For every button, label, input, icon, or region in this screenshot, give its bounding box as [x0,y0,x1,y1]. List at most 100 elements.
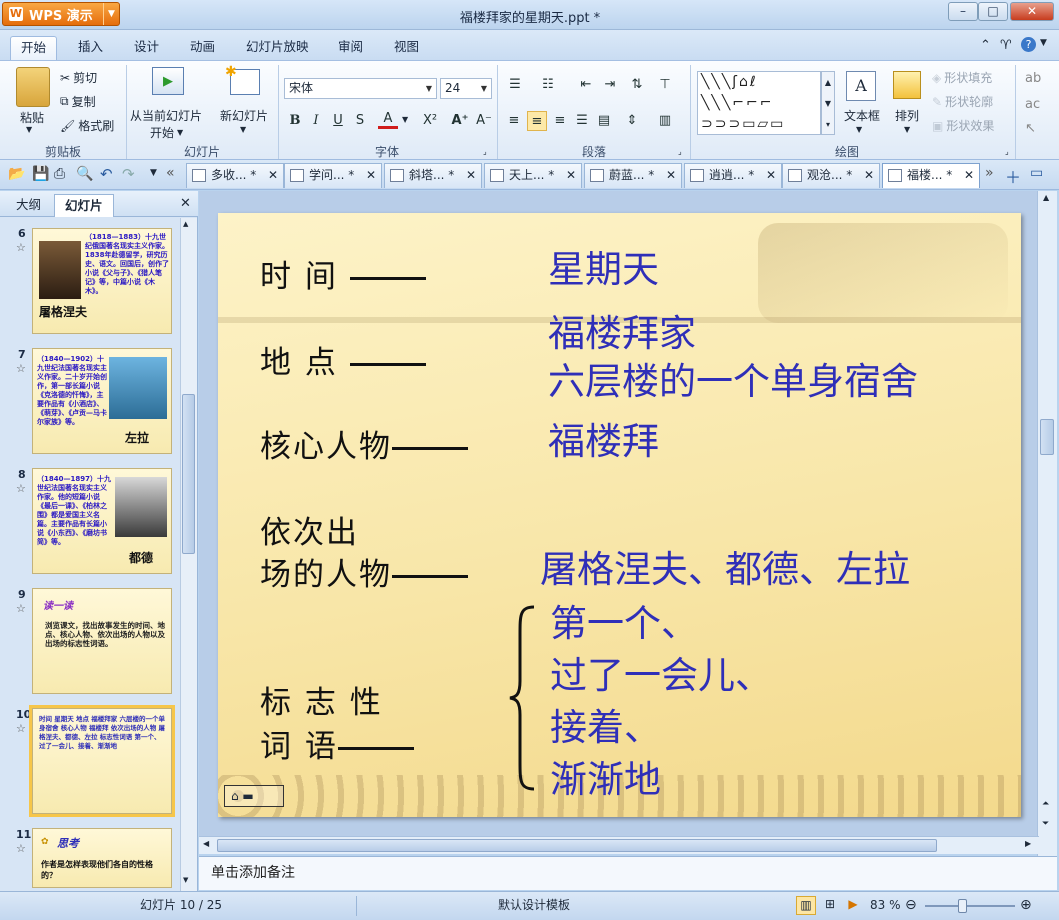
normal-view-icon[interactable]: ▥ [796,896,816,915]
play-from-current-start[interactable]: 开始 ▼ [150,124,183,141]
scrollbar-thumb[interactable] [1040,419,1054,455]
chevron-down-icon[interactable]: ▼ [402,115,408,124]
textbox-button[interactable]: 文本框 [844,107,880,124]
tab-insert[interactable]: 插入 [68,36,113,60]
redo-icon[interactable]: ↷ [122,165,135,183]
chevron-down-icon[interactable]: ▼ [26,125,32,134]
slide-thumbnail-9[interactable]: 读一读 浏览课文，找出故事发生的时间、地点、核心人物、依次出场的人物以及出场的标… [32,588,172,694]
scroll-tabs-left-icon[interactable]: « [166,165,175,181]
current-slide[interactable]: 时 间 星期天 地 点 福楼拜家 六层楼的一个单身宿舍 核心人物 福楼拜 依次出… [218,213,1021,817]
doc-tab[interactable]: 逍逍... * ✕ [684,163,782,188]
arrange-button[interactable]: 排列 [895,107,919,124]
tab-animation[interactable]: 动画 [180,36,225,60]
shapes-gallery-scroll[interactable]: ▲ ▼ ▾ [821,71,835,135]
new-slide-icon[interactable]: ✱ [225,64,260,95]
slide-thumbnail-10[interactable]: 时间 星期天 地点 福楼拜家 六层楼的一个单身宿舍 核心人物 福楼拜 依次出场的… [29,705,175,817]
slide-sorter-icon[interactable]: ⊞ [820,896,840,915]
scroll-up-icon[interactable]: ▲ [1043,193,1049,202]
close-tab-icon[interactable]: ✕ [964,164,974,187]
shapes-gallery[interactable]: ╲╲╲ʃ⌂ℓ ╲╲╲⌐⌐⌐ ⊃⊃⊃▭▱▭ [697,71,821,135]
wps-menu-button[interactable]: W WPS 演示 ▼ [2,2,120,26]
shape-effect-button[interactable]: ▣ 形状效果 [932,117,994,134]
zoom-in-icon[interactable]: ⊕ [1020,892,1032,919]
tab-view[interactable]: 视图 [384,36,429,60]
scroll-left-icon[interactable]: ◀ [203,839,209,848]
close-tab-icon[interactable]: ✕ [466,164,476,187]
columns-icon[interactable]: ▥ [655,111,675,131]
bullet-list-icon[interactable]: ☰ [505,75,525,95]
shape-fill-button[interactable]: ◈ 形状填充 [932,69,992,86]
numbered-list-icon[interactable]: ☷ [538,75,558,95]
collapse-ribbon-icon[interactable]: ⌃ [980,38,991,53]
cut-button[interactable]: ✂ 剪切 [60,69,97,86]
zoom-slider-thumb[interactable] [958,899,967,913]
close-tab-icon[interactable]: ✕ [666,164,676,187]
vertical-scrollbar[interactable]: ▲ ⏶ ⏷ [1037,191,1057,856]
font-size-select[interactable]: 24 ▼ [440,78,492,99]
next-slide-icon[interactable]: ⏷ [1042,819,1049,829]
shrink-font-button[interactable]: A⁻ [474,111,494,131]
restore-button[interactable]: □ [978,2,1008,21]
notes-pane[interactable]: 单击添加备注 [199,856,1057,890]
print-preview-icon[interactable]: 🔍 [76,166,93,182]
tab-slideshow[interactable]: 幻灯片放映 [236,36,319,60]
align-right-icon[interactable]: ≡ [550,111,570,131]
slide-thumbnail-11[interactable]: ✿ 思考 作者是怎样表现他们各自的性格的？ [32,828,172,888]
grow-font-button[interactable]: A⁺ [450,111,470,131]
doc-tab[interactable]: 蔚蓝... * ✕ [584,163,682,188]
justify-icon[interactable]: ☰ [572,111,592,131]
align-center-icon[interactable]: ≡ [527,111,547,131]
minimize-button[interactable]: – [948,2,978,21]
select-icon[interactable]: ↖ [1025,121,1036,136]
paste-icon[interactable] [16,67,50,107]
doc-tab[interactable]: 学问... * ✕ [284,163,382,188]
align-left-icon[interactable]: ≡ [504,111,524,131]
chevron-down-icon[interactable]: ▼ [856,125,862,134]
new-slide-button[interactable]: 新幻灯片 [220,107,268,124]
tab-review[interactable]: 审阅 [328,36,373,60]
increase-indent-icon[interactable]: ⇥ [600,75,620,95]
slideshow-icon[interactable]: ▶ [843,896,863,915]
format-painter-button[interactable]: 🖌 格式刷 [60,117,114,134]
zoom-out-icon[interactable]: ⊖ [905,892,917,919]
paste-button[interactable]: 粘贴 [20,109,44,126]
dialog-launcher-icon[interactable]: ⌟ [1005,147,1009,156]
font-color-button[interactable]: A [378,109,398,129]
font-name-select[interactable]: 宋体 ▼ [284,78,437,99]
doc-tab[interactable]: 观沧... * ✕ [782,163,880,188]
slide-thumbnail-8[interactable]: （1840—1897）十九世纪法国著名现实主义作家。他的短篇小说《最后一课》、《… [32,468,172,574]
text-direction-icon[interactable]: ⇅ [627,75,647,95]
new-tab-icon[interactable]: ＋ [1005,164,1021,188]
horizontal-scrollbar[interactable]: ◀ ▶ [199,836,1039,854]
shadow-button[interactable]: S [350,111,370,131]
scroll-right-icon[interactable]: ▶ [1025,839,1031,848]
save-icon[interactable]: 💾 [32,166,49,182]
distribute-icon[interactable]: ▤ [594,111,614,131]
slide-thumbnail-6[interactable]: （1818—1883）十九世纪俄国著名现实主义作家。1838年赴德留学，研究历史… [32,228,172,334]
doc-tab[interactable]: 福楼... * ✕ [882,163,980,188]
dialog-launcher-icon[interactable]: ⌟ [483,147,487,156]
customize-toolbar-icon[interactable]: ▼ [150,168,157,178]
copy-button[interactable]: ⧉ 复制 [60,93,96,110]
arrange-icon[interactable] [893,71,921,99]
print-icon[interactable]: ⎙ [54,166,65,182]
doc-tab[interactable]: 斜塔... * ✕ [384,163,482,188]
tab-outline[interactable]: 大纲 [6,194,51,217]
slide-thumbnail-7[interactable]: （1840—1902）十九世纪法国著名现实主义作家。二十岁开始创作，第一部长篇小… [32,348,172,454]
play-from-current-icon[interactable]: ▶ [152,67,184,95]
help-icon[interactable]: ? [1021,37,1036,52]
line-spacing-icon[interactable]: ⇕ [622,111,642,131]
replace-icon[interactable]: ac [1025,97,1040,112]
superscript-button[interactable]: X² [420,111,440,131]
play-from-current-button[interactable]: 从当前幻灯片 [130,107,202,124]
scrollbar-thumb[interactable] [217,839,937,852]
decrease-indent-icon[interactable]: ⇤ [576,75,596,95]
tab-slides[interactable]: 幻灯片 [54,194,114,217]
italic-button[interactable]: I [306,111,326,131]
panel-scrollbar[interactable]: ▲ ▼ [180,218,197,891]
tab-home[interactable]: 开始 [10,36,58,60]
scroll-down-icon[interactable]: ▼ [183,876,188,884]
close-tab-icon[interactable]: ✕ [766,164,776,187]
chevron-down-icon[interactable]: ▼ [240,125,246,134]
tab-list-icon[interactable]: ▭ [1030,165,1043,181]
